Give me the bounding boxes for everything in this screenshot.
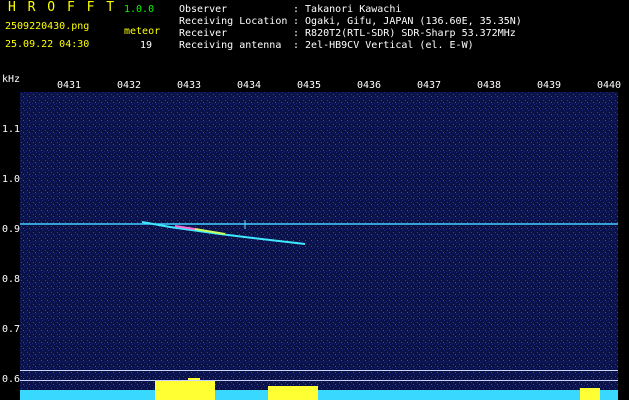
y-tick-label: 1.0: [2, 174, 21, 185]
y-tick-label: 0.9: [2, 224, 21, 235]
x-tick-label: 0431: [57, 80, 82, 91]
x-tick-label: 0439: [537, 80, 562, 91]
marker-line: [20, 380, 618, 381]
x-tick-label: 0433: [177, 80, 202, 91]
meteor-count: 19: [140, 40, 153, 51]
info-value: : 2el-HB9CV Vertical (el. E-W): [293, 40, 474, 51]
app-title: H R O F F T: [8, 0, 117, 15]
y-tick-label: 1.1: [2, 124, 21, 135]
info-row-observer: Observer : Takanori Kawachi: [179, 4, 401, 15]
meteor-label: meteor: [124, 26, 161, 37]
info-key: Receiving Location: [179, 16, 288, 27]
info-row-antenna: Receiving antenna : 2el-HB9CV Vertical (e…: [179, 40, 474, 51]
x-tick-label: 0440: [597, 80, 622, 91]
noise-floor: [20, 92, 618, 400]
x-tick-label: 0438: [477, 80, 502, 91]
x-tick-label: 0434: [237, 80, 262, 91]
app-version: 1.0.0: [124, 4, 155, 15]
spectrogram: [20, 92, 618, 400]
info-row-receiver: Receiver : R820T2(RTL-SDR) SDR-Sharp 53.3…: [179, 28, 516, 39]
y-tick-label: 0.6: [2, 374, 21, 385]
y-axis-label: kHz: [2, 74, 21, 85]
x-tick-label: 0435: [297, 80, 322, 91]
x-tick-label: 0437: [417, 80, 442, 91]
y-tick-label: 0.8: [2, 274, 21, 285]
file-name: 2509220430.png: [5, 21, 90, 32]
date-time: 25.09.22 04:30: [5, 39, 90, 50]
info-key: Receiving antenna: [179, 40, 282, 51]
y-tick-label: 0.7: [2, 324, 21, 335]
info-value: : Takanori Kawachi: [293, 4, 402, 15]
x-tick-label: 0432: [117, 80, 142, 91]
marker-line: [20, 370, 618, 371]
info-row-location: Receiving Location : Ogaki, Gifu, JAPAN (…: [179, 16, 522, 27]
x-tick-label: 0436: [357, 80, 382, 91]
info-key: Receiver: [179, 28, 228, 39]
info-value: : Ogaki, Gifu, JAPAN (136.60E, 35.35N): [293, 16, 522, 27]
spectrogram-plot: [20, 92, 618, 400]
info-key: Observer: [179, 4, 228, 15]
info-value: : R820T2(RTL-SDR) SDR-Sharp 53.372MHz: [293, 28, 516, 39]
